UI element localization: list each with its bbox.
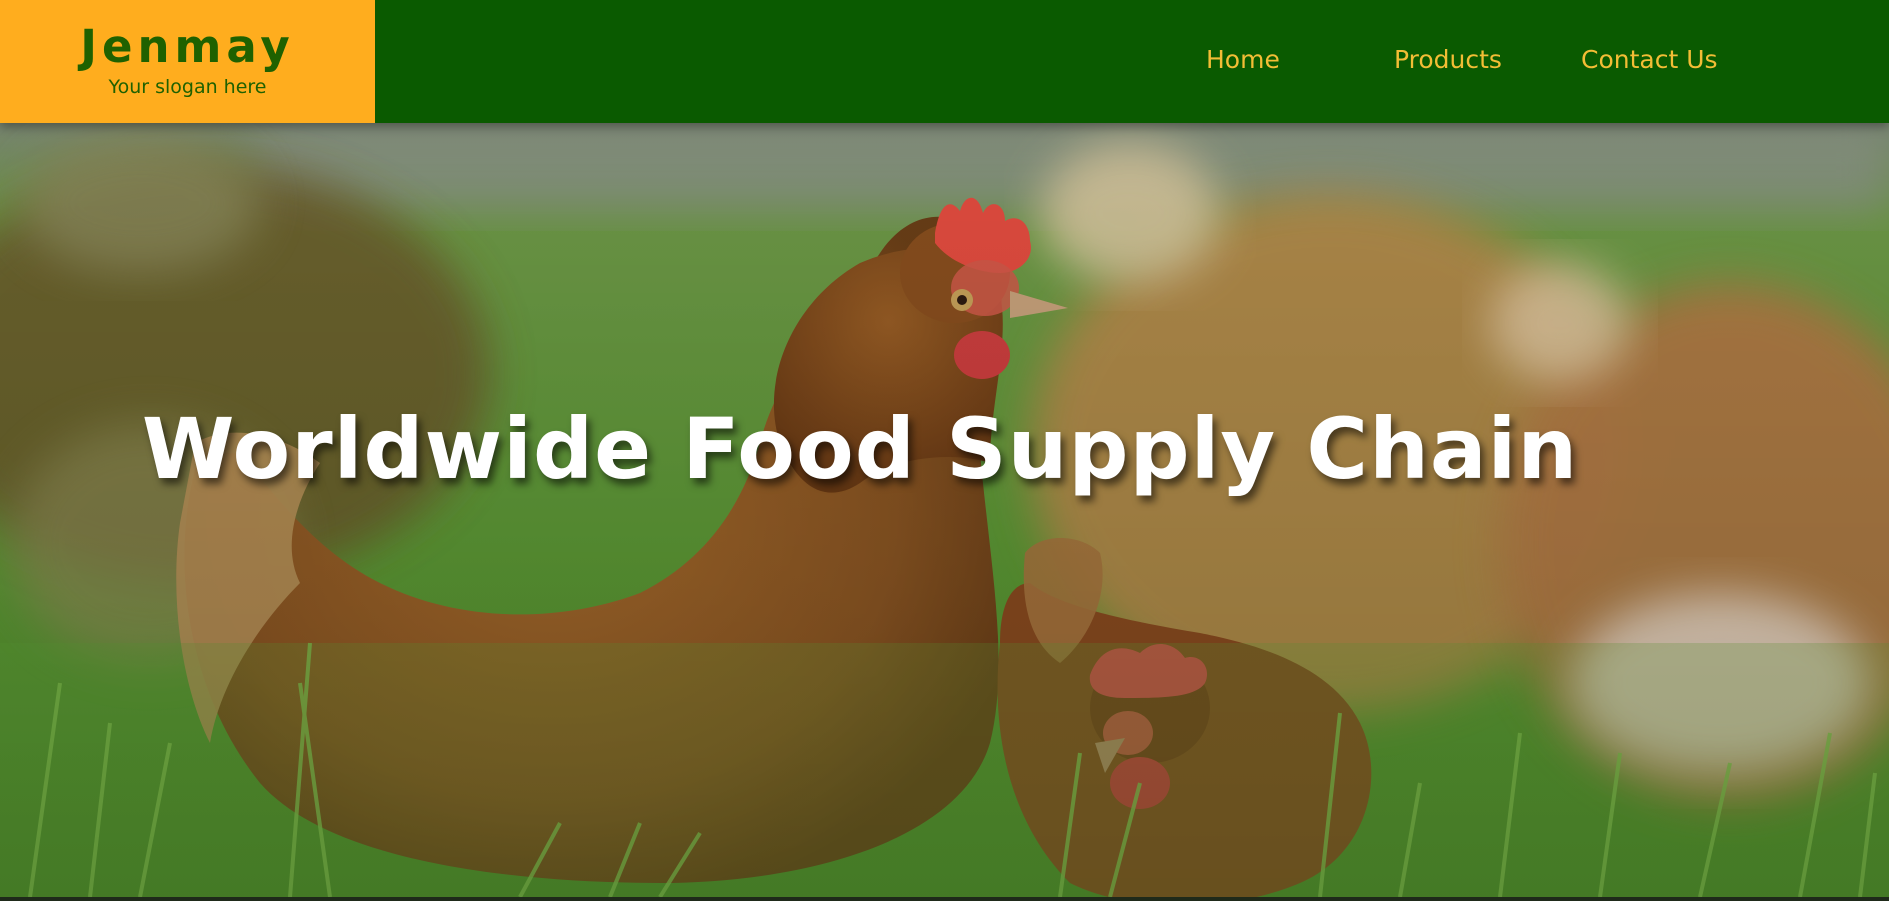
hero-banner: Worldwide Food Supply Chain — [0, 123, 1889, 897]
nav-item-contact-us[interactable]: Contact Us — [1581, 45, 1718, 74]
nav-item-products[interactable]: Products — [1394, 45, 1502, 74]
brand-slogan: Your slogan here — [108, 76, 267, 98]
main-nav: Home Products Contact Us — [375, 0, 1889, 123]
site-header: Jenmay Your slogan here Home Products Co… — [0, 0, 1889, 123]
nav-item-home[interactable]: Home — [1206, 45, 1280, 74]
hero-title: Worldwide Food Supply Chain — [141, 400, 1579, 498]
bottom-edge-strip — [0, 897, 1889, 901]
hero-background-image — [0, 123, 1889, 897]
brand-logo-block[interactable]: Jenmay Your slogan here — [0, 0, 375, 123]
brand-name: Jenmay — [80, 20, 295, 73]
